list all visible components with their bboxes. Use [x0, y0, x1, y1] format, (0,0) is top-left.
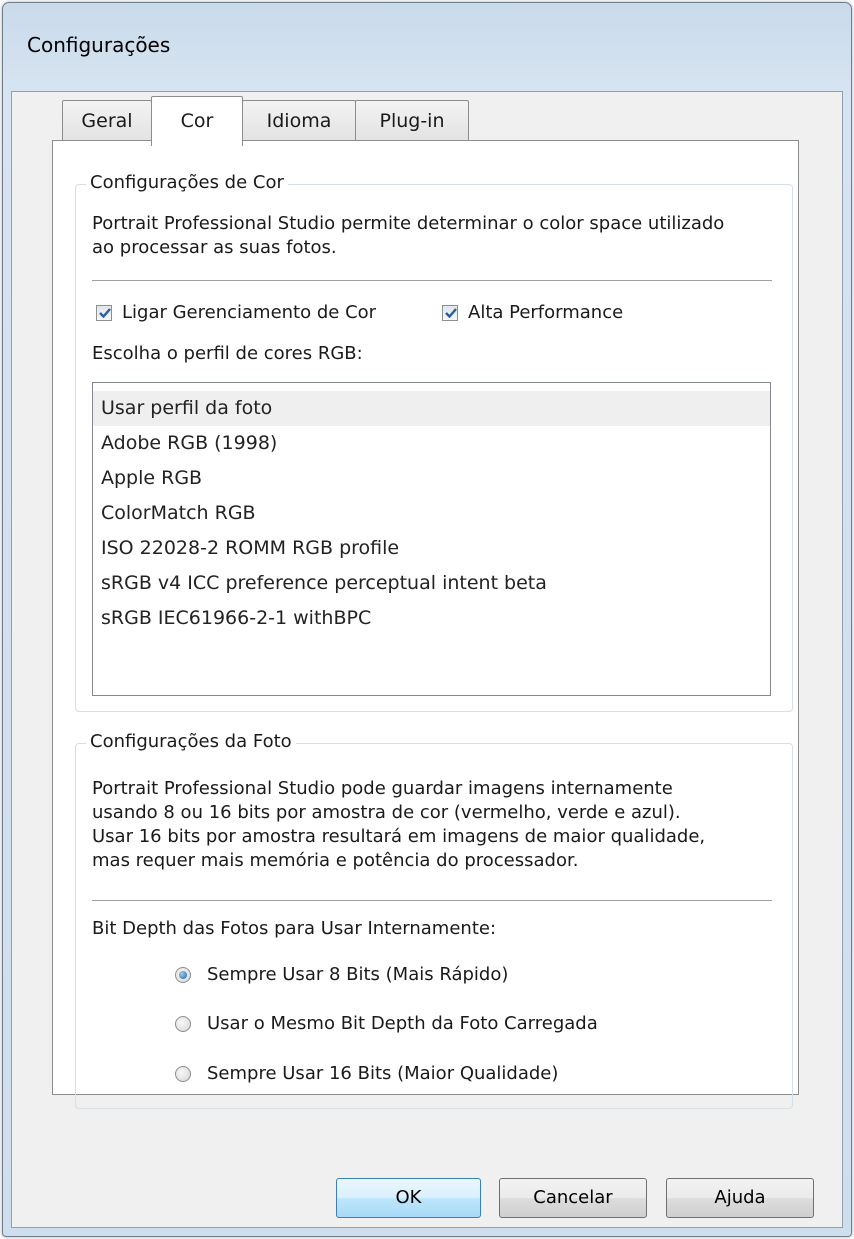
checkmark-icon: [445, 307, 457, 318]
bit-depth-option-same[interactable]: Usar o Mesmo Bit Depth da Foto Carregada: [175, 1013, 598, 1034]
list-item[interactable]: ColorMatch RGB: [93, 496, 770, 531]
description-line: Portrait Professional Studio pode guarda…: [92, 778, 673, 799]
description-line: Usar 16 bits por amostra resultará em im…: [92, 826, 706, 847]
list-item[interactable]: Adobe RGB (1998): [93, 426, 770, 461]
color-management-label[interactable]: Ligar Gerenciamento de Cor: [122, 302, 376, 323]
bit-depth-option-8[interactable]: Sempre Usar 8 Bits (Mais Rápido): [175, 964, 508, 985]
radio-button[interactable]: [175, 1015, 191, 1032]
separator: [92, 280, 772, 281]
title-bar[interactable]: Configurações: [3, 3, 851, 91]
high-performance-label[interactable]: Alta Performance: [468, 302, 623, 323]
list-item[interactable]: ISO 22028-2 ROMM RGB profile: [93, 531, 770, 566]
list-item[interactable]: Usar perfil da foto: [93, 391, 770, 426]
tab-geral[interactable]: Geral: [62, 100, 152, 140]
list-item[interactable]: Apple RGB: [93, 461, 770, 496]
color-management-checkbox-row[interactable]: Ligar Gerenciamento de Cor: [96, 302, 376, 323]
description-line: usando 8 ou 16 bits por amostra de cor (…: [92, 802, 681, 823]
ok-button[interactable]: OK: [336, 1178, 481, 1218]
description-line: mas requer mais memória e potência do pr…: [92, 850, 579, 871]
high-performance-checkbox-row[interactable]: Alta Performance: [442, 302, 623, 323]
radio-label[interactable]: Sempre Usar 16 Bits (Maior Qualidade): [207, 1063, 558, 1084]
radio-button[interactable]: [175, 966, 191, 983]
rgb-profile-listbox[interactable]: Usar perfil da foto Adobe RGB (1998) App…: [92, 382, 771, 696]
radio-label[interactable]: Usar o Mesmo Bit Depth da Foto Carregada: [207, 1013, 598, 1034]
tab-plug-in[interactable]: Plug-in: [355, 100, 469, 140]
window-title: Configurações: [27, 33, 171, 57]
profile-label: Escolha o perfil de cores RGB:: [92, 343, 363, 364]
photo-settings-title: Configurações da Foto: [86, 731, 296, 752]
photo-settings-description: Portrait Professional Studio pode guarda…: [92, 777, 705, 873]
high-performance-checkbox[interactable]: [442, 304, 458, 321]
list-item[interactable]: sRGB IEC61966-2-1 withBPC: [93, 601, 770, 636]
checkmark-icon: [99, 307, 111, 318]
description-line: Portrait Professional Studio permite det…: [92, 213, 725, 234]
tab-cor[interactable]: Cor: [151, 96, 243, 146]
color-settings-title: Configurações de Cor: [86, 172, 288, 193]
bit-depth-option-16[interactable]: Sempre Usar 16 Bits (Maior Qualidade): [175, 1063, 558, 1084]
separator: [92, 900, 772, 901]
description-line: ao processar as suas fotos.: [92, 237, 337, 258]
color-settings-description: Portrait Professional Studio permite det…: [92, 212, 724, 260]
list-item[interactable]: sRGB v4 ICC preference perceptual intent…: [93, 566, 770, 601]
help-button[interactable]: Ajuda: [666, 1178, 814, 1218]
cancel-button[interactable]: Cancelar: [499, 1178, 647, 1218]
radio-label[interactable]: Sempre Usar 8 Bits (Mais Rápido): [207, 964, 508, 985]
bit-depth-label: Bit Depth das Fotos para Usar Internamen…: [92, 918, 497, 939]
tab-idioma[interactable]: Idioma: [242, 100, 356, 140]
radio-button[interactable]: [175, 1065, 191, 1082]
color-management-checkbox[interactable]: [96, 304, 112, 321]
